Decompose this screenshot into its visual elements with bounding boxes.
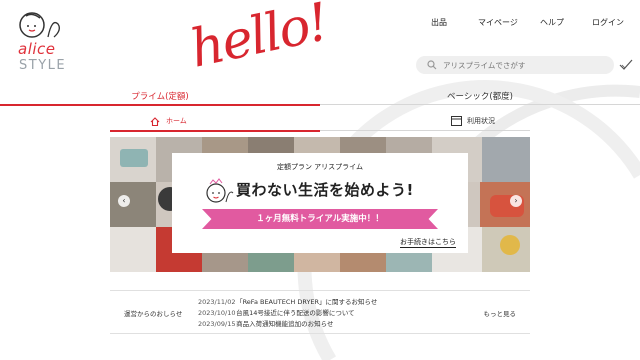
check-icon[interactable]	[619, 59, 633, 71]
nav-help[interactable]: ヘルプ	[540, 17, 564, 28]
banner-plan-title: 定額プラン アリスプライム	[276, 163, 364, 171]
usage-icon	[451, 116, 462, 126]
trial-ribbon: １ヶ月無料トライアル実施中！！	[202, 209, 438, 229]
banner-headline: 買わない生活を始めよう!	[236, 181, 414, 199]
tab-premium-label: プライム(定額)	[131, 92, 189, 102]
subnav-home-label: ホーム	[166, 117, 187, 125]
news-title: 「ReFa BEAUTECH DRYER」に関するお知らせ	[236, 298, 378, 306]
search-icon	[427, 60, 437, 70]
news-date: 2023/11/02	[198, 298, 236, 306]
tab-basic[interactable]: ベーシック(都度)	[320, 84, 640, 105]
news-date: 2023/10/10	[198, 309, 236, 317]
subnav-home[interactable]: ホーム	[110, 112, 320, 132]
banner-card[interactable]: 定額プラン アリスプライム 買わない生活を始めよう! １ヶ月無料トライアル実施中…	[172, 153, 468, 253]
banner-next-button[interactable]: ›	[510, 195, 522, 207]
news-date: 2023/09/15	[198, 320, 236, 328]
alice-face-icon	[206, 178, 234, 203]
nav-sell[interactable]: 出品	[431, 17, 447, 28]
news-item[interactable]: 2023/10/10 台風14号接近に伴う配送の影響について	[198, 307, 355, 317]
banner-prev-button[interactable]: ‹	[118, 195, 130, 207]
news-title: 商品入荷通知機能追加のお知らせ	[236, 320, 334, 328]
apply-link[interactable]: お手続きはこちら	[400, 237, 456, 248]
news-section: 運営からのおしらせ 2023/11/02 「ReFa BEAUTECH DRYE…	[110, 290, 530, 334]
home-icon	[150, 116, 160, 126]
news-title: 台風14号接近に伴う配送の影響について	[236, 309, 355, 317]
subnav-usage-label: 利用状況	[467, 117, 495, 125]
hello-script: hello!	[185, 0, 333, 80]
news-item[interactable]: 2023/09/15 商品入荷通知機能追加のお知らせ	[198, 318, 333, 328]
site-logo[interactable]: alice STYLE	[16, 10, 76, 73]
trial-text: １ヶ月無料トライアル実施中！！	[256, 214, 384, 224]
search-bar[interactable]	[416, 56, 614, 74]
news-item[interactable]: 2023/11/02 「ReFa BEAUTECH DRYER」に関するお知らせ	[198, 296, 377, 306]
logo-alice-text: alice	[18, 40, 56, 58]
search-input[interactable]	[441, 59, 605, 71]
logo-style-text: STYLE	[19, 58, 67, 73]
news-label: 運営からのおしらせ	[124, 310, 183, 318]
subnav-usage[interactable]: 利用状況	[320, 112, 530, 131]
logo-face-icon	[19, 12, 60, 38]
tab-basic-label: ベーシック(都度)	[447, 92, 513, 102]
nav-login[interactable]: ログイン	[592, 17, 624, 28]
nav-mypage[interactable]: マイページ	[478, 17, 518, 28]
tab-premium[interactable]: プライム(定額)	[0, 84, 320, 106]
more-link[interactable]: もっと見る	[484, 308, 517, 318]
